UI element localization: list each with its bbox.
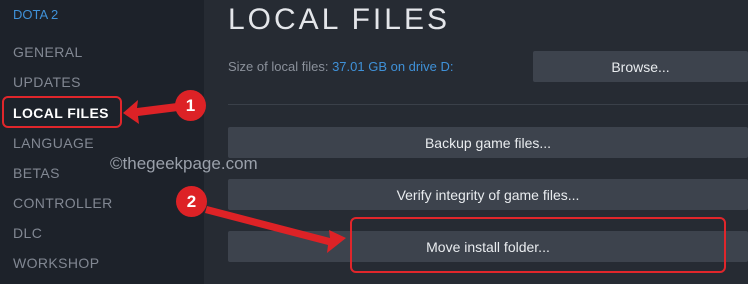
arrow-1-icon xyxy=(123,100,178,124)
step-2-badge: 2 xyxy=(176,186,207,217)
arrow-2-icon xyxy=(205,206,346,253)
annotation-arrows xyxy=(123,100,346,253)
step-1-badge: 1 xyxy=(175,90,206,121)
